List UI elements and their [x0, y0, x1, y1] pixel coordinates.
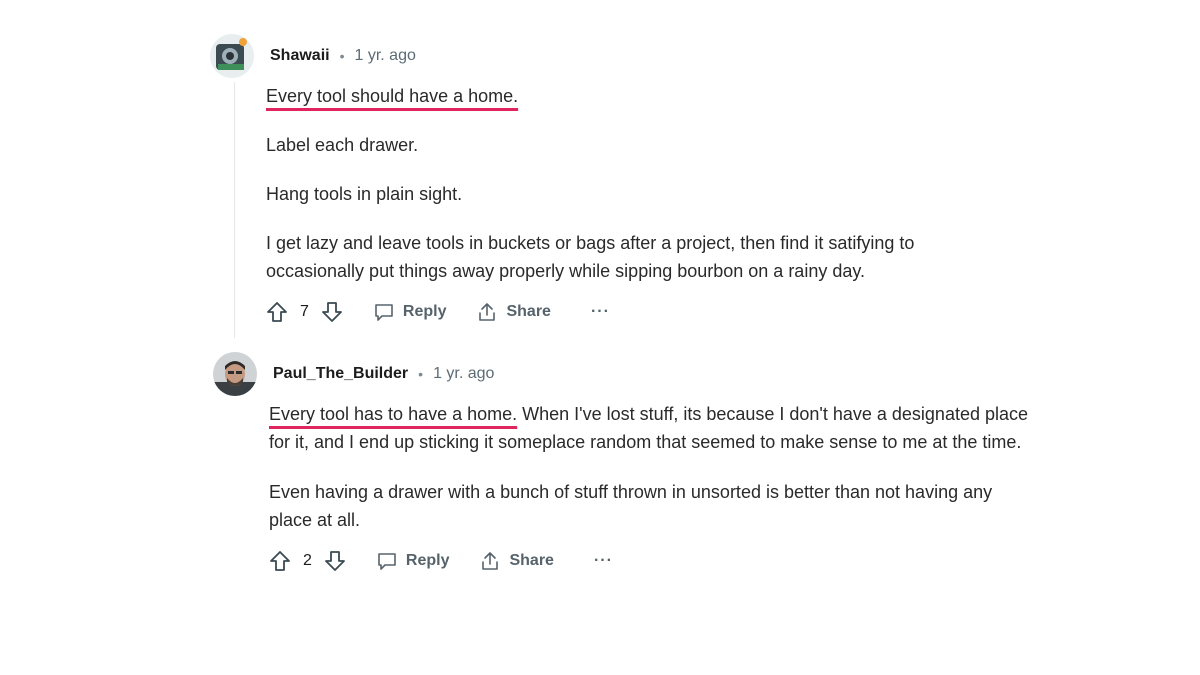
- upvote-button[interactable]: [266, 301, 288, 323]
- reply-button[interactable]: Reply: [376, 550, 450, 572]
- reply-bubble-icon: [378, 553, 396, 570]
- highlighted-text: Every tool has to have a home.: [269, 404, 518, 424]
- share-button[interactable]: Share: [476, 301, 551, 323]
- vote-count: 2: [303, 552, 312, 569]
- comment-actions: 7 Reply Share ···: [266, 295, 1030, 329]
- reply-bubble-icon: [375, 304, 393, 321]
- comment-body: Every tool has to have a home. When I've…: [269, 400, 1043, 578]
- timestamp[interactable]: 1 yr. ago: [354, 47, 415, 65]
- comment-paul-the-builder: Paul_The_Builder • 1 yr. ago Every tool …: [213, 352, 1043, 578]
- highlighted-text: Every tool should have a home.: [266, 86, 519, 106]
- comment-header: Shawaii • 1 yr. ago: [210, 34, 1030, 78]
- meta-separator: •: [418, 366, 424, 382]
- reply-label: Reply: [402, 303, 447, 320]
- comment-paragraph: Label each drawer.: [266, 135, 419, 155]
- avatar[interactable]: [210, 34, 254, 78]
- author-name[interactable]: Paul_The_Builder: [273, 365, 408, 383]
- comment-paragraph: I get lazy and leave tools in buckets or…: [266, 233, 915, 281]
- reply-label: Reply: [405, 552, 450, 569]
- downvote-button[interactable]: [324, 550, 346, 572]
- downvote-icon: [322, 302, 342, 322]
- more-options-button[interactable]: ···: [591, 303, 610, 321]
- share-label: Share: [506, 303, 551, 320]
- comment-shawaii: Shawaii • 1 yr. ago Every tool should ha…: [210, 34, 1030, 329]
- timestamp[interactable]: 1 yr. ago: [433, 365, 494, 383]
- share-icon: [482, 552, 499, 570]
- comment-paragraph: Every tool has to have a home. When I've…: [269, 400, 1029, 456]
- meta-separator: •: [339, 48, 345, 64]
- downvote-icon: [325, 551, 345, 571]
- share-button[interactable]: Share: [479, 550, 554, 572]
- avatar[interactable]: [213, 352, 257, 396]
- share-icon: [479, 303, 496, 321]
- comment-body: Every tool should have a home. Label eac…: [266, 82, 1030, 329]
- comment-actions: 2 Reply Share ···: [269, 544, 1043, 578]
- upvote-icon: [267, 302, 287, 322]
- upvote-button[interactable]: [269, 550, 291, 572]
- downvote-button[interactable]: [321, 301, 343, 323]
- author-name[interactable]: Shawaii: [270, 47, 330, 65]
- upvote-icon: [270, 551, 290, 571]
- comment-paragraph: Every tool should have a home.: [266, 82, 1030, 110]
- more-options-button[interactable]: ···: [594, 552, 613, 570]
- share-label: Share: [509, 552, 554, 569]
- comment-paragraph: Hang tools in plain sight.: [266, 184, 463, 204]
- comment-header: Paul_The_Builder • 1 yr. ago: [213, 352, 1043, 396]
- comment-paragraph: Even having a drawer with a bunch of stu…: [269, 482, 993, 530]
- vote-count: 7: [300, 303, 309, 320]
- reply-button[interactable]: Reply: [373, 301, 447, 323]
